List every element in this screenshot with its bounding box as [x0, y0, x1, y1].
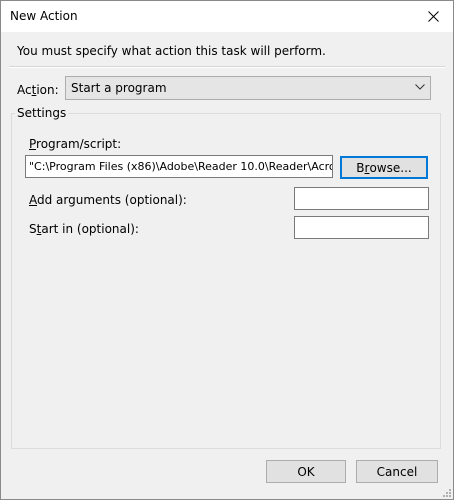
ok-button[interactable]: OK — [266, 460, 346, 483]
dialog-content: You must specify what action this task w… — [1, 32, 453, 499]
action-dropdown-value: Start a program — [71, 81, 167, 95]
action-label: Action: — [17, 83, 59, 97]
program-script-label: Program/script: — [29, 137, 122, 151]
cancel-button[interactable]: Cancel — [356, 460, 438, 483]
settings-group-title: Settings — [15, 106, 69, 120]
window-title: New Action — [10, 9, 78, 23]
add-arguments-label: Add arguments (optional): — [29, 193, 187, 207]
close-icon — [427, 11, 439, 22]
program-script-value: "C:\Program Files (x86)\Adobe\Reader 10.… — [29, 160, 332, 173]
new-action-dialog: New Action You must specify what action … — [0, 0, 454, 500]
start-in-label: Start in (optional): — [29, 222, 139, 236]
instruction-text: You must specify what action this task w… — [17, 44, 326, 58]
program-script-input[interactable]: "C:\Program Files (x86)\Adobe\Reader 10.… — [25, 155, 333, 178]
chevron-down-icon — [415, 84, 425, 90]
close-button[interactable] — [413, 1, 453, 32]
browse-button[interactable]: Br owse... — [340, 156, 428, 179]
title-bar[interactable]: New Action — [1, 1, 453, 32]
separator — [9, 66, 445, 68]
start-in-input[interactable] — [294, 216, 429, 239]
resize-grip-icon[interactable] — [441, 487, 451, 497]
add-arguments-input[interactable] — [294, 187, 429, 210]
action-dropdown[interactable]: Start a program — [65, 76, 431, 100]
